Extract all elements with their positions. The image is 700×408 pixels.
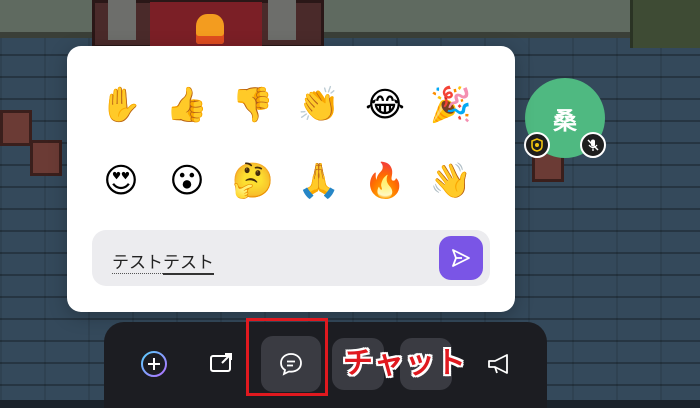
add-button[interactable] [128,338,180,390]
emoji-grid: ✋ 👍 👎 👏 😂 🎉 😍 😮 🤔 🙏 🔥 👋 [89,74,499,212]
chat-input[interactable]: テストテスト [92,230,490,286]
wall-corner [630,0,700,48]
chat-button[interactable] [261,336,321,392]
chair [30,140,62,176]
pillar-right [268,0,296,40]
tears-of-joy-icon[interactable]: 😂 [353,74,417,136]
reaction-panel: ✋ 👍 👎 👏 😂 🎉 😍 😮 🤔 🙏 🔥 👋 テストテスト [67,46,515,312]
send-button[interactable] [439,236,483,280]
thinking-face-icon[interactable]: 🤔 [221,150,285,212]
bottom-toolbar: ✦ ✦ [104,322,547,408]
megaphone-icon [488,354,508,374]
annotation-label: チャット [343,346,467,381]
pillar-left [108,0,136,40]
thumbs-down-icon[interactable]: 👎 [221,74,285,136]
avatar-initial: 桑 [553,106,577,135]
fire-sprite [196,14,224,44]
chat-text-part2: テスト [163,253,214,275]
chat-input-text[interactable]: テストテスト [112,248,214,275]
send-icon [452,249,470,267]
folded-hands-icon[interactable]: 🙏 [287,150,351,212]
raised-hand-icon[interactable]: ✋ [89,74,153,136]
mic-muted-icon [580,132,606,158]
chair [0,110,32,146]
badge-icon [524,132,550,158]
heart-eyes-icon[interactable]: 😍 [89,150,153,212]
party-popper-icon[interactable]: 🎉 [419,74,483,136]
surprised-face-icon[interactable]: 😮 [155,150,219,212]
chat-icon [280,353,302,376]
screen-share-icon [210,353,232,372]
announce-button[interactable] [474,338,526,390]
screen-share-button[interactable] [196,338,248,390]
clapping-hands-icon[interactable]: 👏 [287,74,351,136]
thumbs-up-icon[interactable]: 👍 [155,74,219,136]
add-icon [141,351,167,377]
waving-hand-icon[interactable]: 👋 [419,150,483,212]
chat-text-part1: テスト [112,253,163,274]
fire-icon[interactable]: 🔥 [353,150,417,212]
